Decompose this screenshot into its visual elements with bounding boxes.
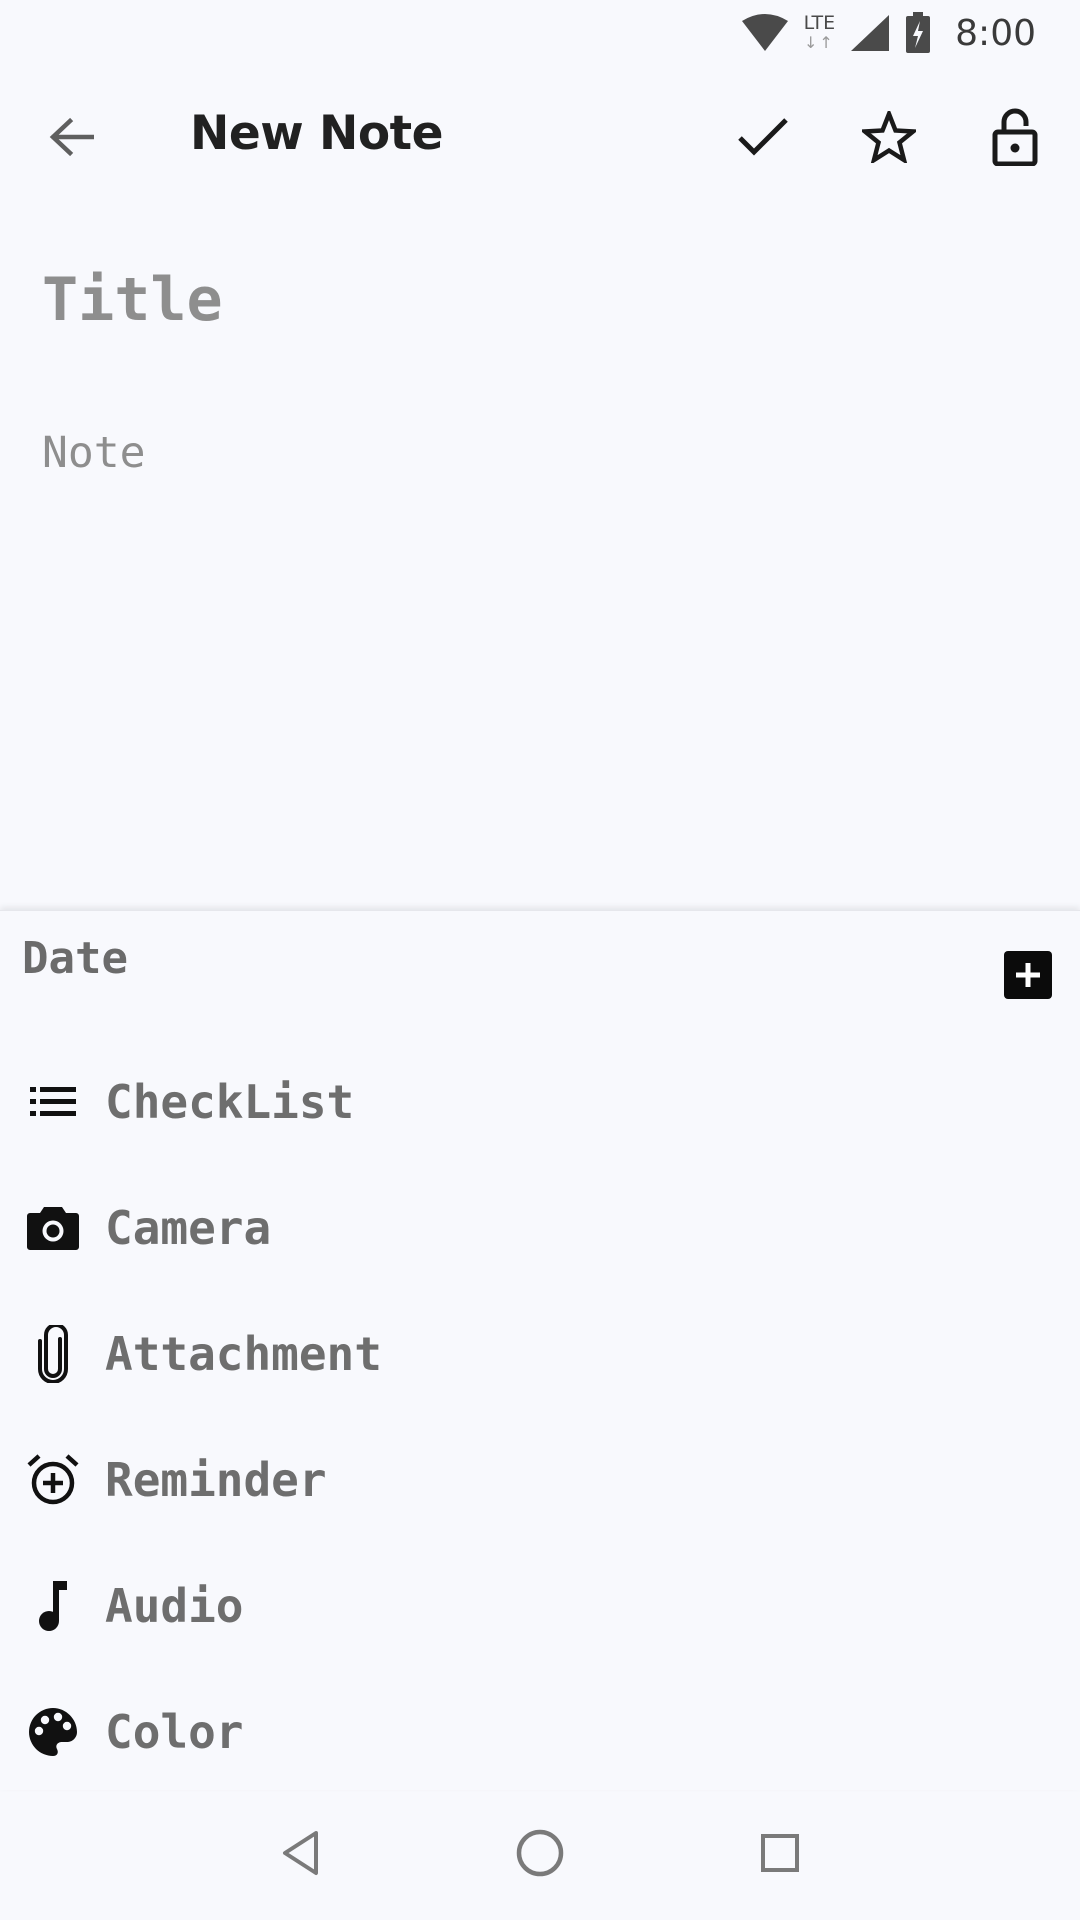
favorite-button[interactable]	[856, 104, 922, 170]
nav-recents-button[interactable]	[740, 1813, 820, 1893]
camera-icon	[24, 1199, 82, 1257]
page-title: New Note	[190, 106, 443, 161]
status-time: 8:00	[955, 12, 1036, 54]
checklist-icon	[24, 1073, 82, 1131]
add-options-sheet: Date CheckList Camera Attachment Reminde…	[0, 910, 1080, 1790]
lock-open-icon	[992, 108, 1038, 166]
note-editor-screen: LTE ↓↑ 8:00 New Note Title Note Date Che…	[0, 0, 1080, 1920]
menu-item-label: Audio	[105, 1579, 244, 1633]
add-date-button[interactable]	[1004, 951, 1052, 999]
save-button[interactable]	[730, 104, 796, 170]
menu-item-label: Attachment	[105, 1327, 382, 1381]
arrow-back-icon	[49, 117, 94, 157]
nav-back-button[interactable]	[260, 1813, 340, 1893]
menu-item-attachment[interactable]: Attachment	[0, 1299, 1080, 1409]
nav-recents-icon	[761, 1834, 799, 1872]
title-input[interactable]	[36, 250, 1036, 350]
paperclip-icon	[24, 1325, 82, 1383]
menu-item-label: Color	[105, 1705, 244, 1759]
system-nav-bar	[0, 1786, 1080, 1920]
menu-item-checklist[interactable]: CheckList	[0, 1047, 1080, 1157]
alarm-add-icon	[24, 1451, 82, 1509]
date-label: Date	[22, 933, 128, 984]
menu-item-label: CheckList	[105, 1075, 355, 1129]
menu-item-color[interactable]: Color	[0, 1677, 1080, 1787]
cell-signal-icon	[849, 13, 891, 53]
plus-icon	[1016, 963, 1040, 987]
battery-charging-icon	[905, 12, 931, 54]
lte-icon: LTE ↓↑	[804, 13, 836, 53]
wifi-icon	[740, 13, 790, 53]
menu-item-audio[interactable]: Audio	[0, 1551, 1080, 1661]
back-button[interactable]	[42, 108, 100, 166]
status-bar: LTE ↓↑ 8:00	[0, 0, 1080, 66]
nav-home-button[interactable]	[500, 1813, 580, 1893]
menu-item-reminder[interactable]: Reminder	[0, 1425, 1080, 1535]
menu-item-camera[interactable]: Camera	[0, 1173, 1080, 1283]
star-icon	[862, 111, 916, 163]
network-arrows: ↓↑	[803, 33, 835, 52]
note-input[interactable]	[36, 420, 1036, 880]
menu-item-label: Camera	[105, 1201, 272, 1255]
music-note-icon	[24, 1577, 82, 1635]
lock-button[interactable]	[982, 104, 1048, 170]
nav-home-icon	[516, 1829, 564, 1877]
menu-item-label: Reminder	[105, 1453, 327, 1507]
network-type-label: LTE	[803, 12, 836, 34]
palette-icon	[24, 1703, 82, 1761]
check-icon	[738, 118, 788, 156]
nav-back-icon	[283, 1831, 318, 1875]
app-bar: New Note	[0, 66, 1080, 208]
